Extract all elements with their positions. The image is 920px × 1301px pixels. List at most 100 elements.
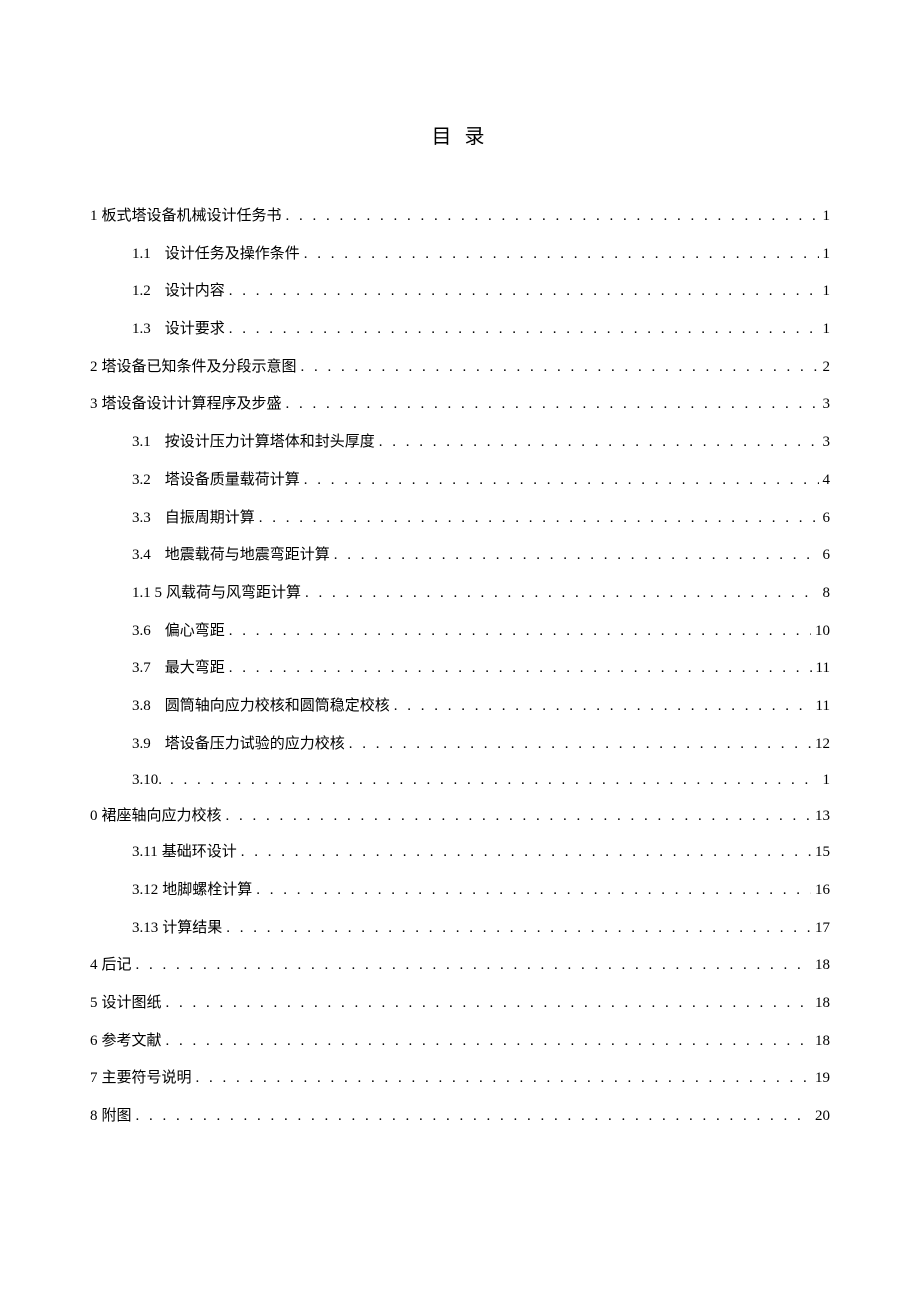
toc-entry-page: 1 xyxy=(823,770,831,790)
toc-entry-page: 20 xyxy=(815,1105,830,1128)
toc-leader-dots xyxy=(349,733,811,756)
toc-leader-dots xyxy=(334,544,819,567)
toc-entry-number: 6 xyxy=(90,1030,98,1053)
toc-entry-page: 18 xyxy=(815,1030,830,1053)
toc-entry-number: 4 xyxy=(90,954,98,977)
toc-entry-page: 17 xyxy=(815,917,830,940)
document-page: 目 录 1板式塔设备机械设计任务书11.1设计任务及操作条件11.2设计内容11… xyxy=(0,0,920,1128)
toc-entry-number: 3.7 xyxy=(132,657,151,680)
toc-entry-page: 1 xyxy=(823,280,831,303)
toc-entry-label: 裙座轴向应力校核 xyxy=(102,806,222,826)
toc-leader-dots xyxy=(170,770,819,790)
toc-leader-dots xyxy=(166,1030,811,1053)
toc-entry: 6参考文献 18 xyxy=(90,1030,830,1053)
toc-entry-number: 0 xyxy=(90,806,98,826)
toc-entry-label: 基础环设计 xyxy=(162,841,237,864)
toc-leader-dots xyxy=(229,318,819,341)
toc-leader-dots xyxy=(304,469,819,492)
toc-entry: 3.12地脚螺栓计算 16 xyxy=(90,879,830,902)
toc-leader-dots xyxy=(305,582,818,605)
toc-entry-number: 3.6 xyxy=(132,620,151,643)
toc-leader-dots xyxy=(226,917,811,940)
toc-leader-dots xyxy=(256,879,811,902)
toc-leader-dots xyxy=(301,356,819,379)
toc-entry-page: 12 xyxy=(815,733,830,756)
toc-entry-label: 圆筒轴向应力校核和圆筒稳定校核 xyxy=(165,695,390,718)
toc-entry-number: 3.4 xyxy=(132,544,151,567)
toc-leader-dots xyxy=(136,954,811,977)
toc-entry-label: 地脚螺栓计算 xyxy=(162,879,252,902)
toc-entry: 3塔设备设计计算程序及步盛3 xyxy=(90,393,830,416)
toc-entry-label: 偏心弯距 xyxy=(165,620,225,643)
toc-entry-page: 1 xyxy=(823,318,831,341)
toc-entry-page: 8 xyxy=(823,582,831,605)
toc-entry: 3.7 最大弯距 11 xyxy=(90,657,830,680)
toc-entry-page: 13 xyxy=(815,806,830,826)
toc-entry-label: 塔设备已知条件及分段示意图 xyxy=(102,356,297,379)
toc-entry-page: 2 xyxy=(823,356,831,379)
toc-entry-number: 2 xyxy=(90,356,98,379)
toc-entry-number: 3.8 xyxy=(132,695,151,718)
toc-entry-number: 3.10. xyxy=(132,770,162,790)
toc-entry-label: 设计任务及操作条件 xyxy=(165,243,300,266)
toc-entry-page: 19 xyxy=(815,1067,830,1090)
toc-entry-label: 参考文献 xyxy=(102,1030,162,1053)
toc-entry-number: 3.1 xyxy=(132,431,151,454)
toc-entry: 4后记18 xyxy=(90,954,830,977)
toc-entry-label: 设计图纸 xyxy=(102,992,162,1015)
toc-entry-number: 1.2 xyxy=(132,280,151,303)
toc-entry-label: 附图 xyxy=(102,1105,132,1128)
toc-entry: 2塔设备已知条件及分段示意图2 xyxy=(90,356,830,379)
toc-entry-label: 计算结果 xyxy=(162,917,222,940)
toc-entry-page: 4 xyxy=(823,469,831,492)
toc-entry: 5设计图纸18 xyxy=(90,992,830,1015)
toc-entry-number: 1.1 5 xyxy=(132,582,162,605)
toc-entry-label: 塔设备质量载荷计算 xyxy=(165,469,300,492)
toc-entry-label: 自振周期计算 xyxy=(165,507,255,530)
toc-leader-dots xyxy=(226,806,811,826)
toc-entry-page: 18 xyxy=(815,954,830,977)
toc-leader-dots xyxy=(241,841,811,864)
toc-leader-dots xyxy=(196,1067,811,1090)
toc-entry-label: 设计内容 xyxy=(165,280,225,303)
toc-entry-page: 1 xyxy=(823,205,831,228)
toc-entry-page: 11 xyxy=(816,657,830,680)
toc-entry-page: 16 xyxy=(815,879,830,902)
toc-entry: 3.11基础环设计15 xyxy=(90,841,830,864)
toc-entry: 3.1 按设计压力计算塔体和封头厚度 3 xyxy=(90,431,830,454)
toc-entry-number: 3.11 xyxy=(132,841,158,864)
toc-entry-number: 3.2 xyxy=(132,469,151,492)
toc-entry: 3.6 偏心弯距 10 xyxy=(90,620,830,643)
toc-entry-label: 塔设备设计计算程序及步盛 xyxy=(102,393,282,416)
toc-entry-label: 按设计压力计算塔体和封头厚度 xyxy=(165,431,375,454)
toc-entry-page: 3 xyxy=(823,431,831,454)
toc-entry: 1板式塔设备机械设计任务书1 xyxy=(90,205,830,228)
toc-entry-special: 3.10. 1 0裙座轴向应力校核 13 xyxy=(90,770,830,826)
toc-leader-dots xyxy=(286,205,819,228)
toc-leader-dots xyxy=(229,657,812,680)
toc-entry: 7主要符号说明19 xyxy=(90,1067,830,1090)
toc-entry-number: 1.1 xyxy=(132,243,151,266)
toc-entry-label: 地震载荷与地震弯距计算 xyxy=(165,544,330,567)
toc-leader-dots xyxy=(166,992,811,1015)
toc-entry: 3.13计算结果 17 xyxy=(90,917,830,940)
toc-entry-number: 3.13 xyxy=(132,917,158,940)
toc-entry: 1.2 设计内容 1 xyxy=(90,280,830,303)
toc-leader-dots xyxy=(259,507,819,530)
toc-entry-number: 3.12 xyxy=(132,879,158,902)
toc-special-line2: 0裙座轴向应力校核 13 xyxy=(90,806,830,826)
toc-entry-label: 板式塔设备机械设计任务书 xyxy=(102,205,282,228)
toc-entry-number: 3.9 xyxy=(132,733,151,756)
toc-entry-page: 6 xyxy=(823,544,831,567)
toc-entry-number: 8 xyxy=(90,1105,98,1128)
toc-entry: 3.8圆筒轴向应力校核和圆筒稳定校核11 xyxy=(90,695,830,718)
toc-entry-label: 塔设备压力试验的应力校核 xyxy=(165,733,345,756)
toc-title: 目 录 xyxy=(90,120,830,149)
toc-entry-number: 7 xyxy=(90,1067,98,1090)
toc-leader-dots xyxy=(304,243,819,266)
toc-entry: 3.2 塔设备质量载荷计算 4 xyxy=(90,469,830,492)
toc-leader-dots xyxy=(229,280,819,303)
toc-entry-page: 10 xyxy=(815,620,830,643)
toc-entry-label: 最大弯距 xyxy=(165,657,225,680)
toc-entry: 3.3自振周期计算6 xyxy=(90,507,830,530)
